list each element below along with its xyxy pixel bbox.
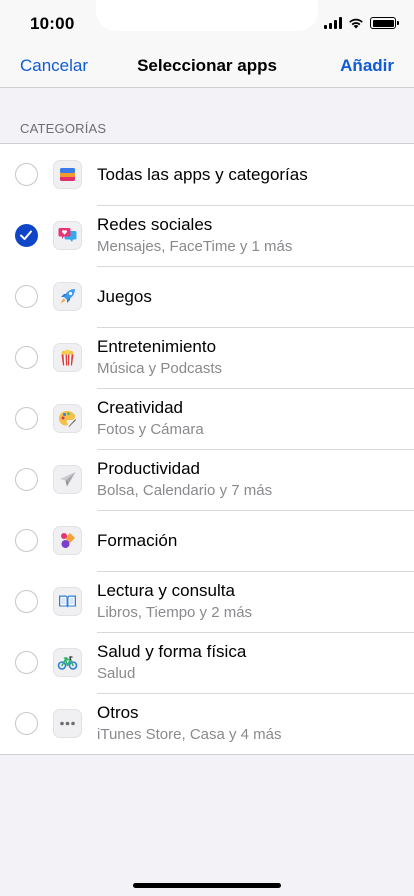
book-icon [53,587,82,616]
row-divider [97,449,414,450]
row-subtitle: Mensajes, FaceTime y 1 más [97,238,293,255]
radio-button[interactable] [15,712,38,735]
shapes-icon [53,526,82,555]
bicycle-icon [53,648,82,677]
battery-icon [370,17,399,29]
status-icons [324,17,399,29]
navigation-bar: Cancelar Seleccionar apps Añadir [0,44,414,88]
row-divider [97,205,414,206]
row-subtitle: Bolsa, Calendario y 7 más [97,482,273,499]
radio-button[interactable] [15,468,38,491]
wifi-icon [349,18,363,29]
row-title: Productividad [97,459,201,478]
category-row-reading[interactable]: Lectura y consulta Libros, Tiempo y 2 má… [0,571,414,632]
chat-bubble-heart-icon [53,221,82,250]
row-title: Lectura y consulta [97,581,235,600]
row-divider [97,388,414,389]
ellipsis-icon [53,709,82,738]
category-row-education[interactable]: Formación [0,510,414,571]
rocket-icon [53,282,82,311]
add-button[interactable]: Añadir [340,56,394,76]
stack-icon [53,160,82,189]
row-title: Redes sociales [97,215,213,234]
radio-button[interactable] [15,346,38,369]
row-divider [97,510,414,511]
category-row-health-fitness[interactable]: Salud y forma física Salud [0,632,414,693]
paper-plane-icon [53,465,82,494]
radio-button[interactable] [15,285,38,308]
row-title: Otros [97,703,139,722]
radio-button[interactable] [15,651,38,674]
row-title: Juegos [97,287,152,306]
radio-button[interactable] [15,224,38,247]
row-subtitle: Libros, Tiempo y 2 más [97,604,253,621]
notch [96,0,318,31]
status-bar: 10:00 [0,0,414,44]
popcorn-icon [53,343,82,372]
row-title: Creatividad [97,398,183,417]
home-indicator[interactable] [133,883,281,888]
row-subtitle: Salud [97,665,136,682]
row-title: Salud y forma física [97,642,247,661]
category-row-games[interactable]: Juegos [0,266,414,327]
row-title: Entretenimiento [97,337,217,356]
row-title: Formación [97,531,178,550]
radio-button[interactable] [15,407,38,430]
radio-button[interactable] [15,590,38,613]
checkmark-icon [20,230,32,240]
row-divider [97,327,414,328]
row-subtitle: Fotos y Cámara [97,421,204,438]
category-row-creativity[interactable]: Creatividad Fotos y Cámara [0,388,414,449]
cancel-button[interactable]: Cancelar [20,56,88,76]
row-divider [97,693,414,694]
category-list: Todas las apps y categorías Redes social… [0,143,414,755]
category-row-entertainment[interactable]: Entretenimiento Música y Podcasts [0,327,414,388]
row-subtitle: Música y Podcasts [97,360,223,377]
status-time: 10:00 [30,14,75,33]
palette-icon [53,404,82,433]
phone-screen: 10:00 Cancelar Seleccionar apps Añadir C… [0,0,414,896]
row-title: Todas las apps y categorías [97,165,308,184]
radio-button[interactable] [15,529,38,552]
section-header: CATEGORÍAS [20,121,107,136]
category-row-social[interactable]: Redes sociales Mensajes, FaceTime y 1 má… [0,205,414,266]
row-subtitle: iTunes Store, Casa y 4 más [97,726,282,743]
category-row-all-apps[interactable]: Todas las apps y categorías [0,144,414,205]
category-row-other[interactable]: Otros iTunes Store, Casa y 4 más [0,693,414,754]
row-divider [97,266,414,267]
row-divider [97,632,414,633]
row-divider [97,571,414,572]
cellular-signal-icon [324,17,342,29]
radio-button[interactable] [15,163,38,186]
category-row-productivity[interactable]: Productividad Bolsa, Calendario y 7 más [0,449,414,510]
